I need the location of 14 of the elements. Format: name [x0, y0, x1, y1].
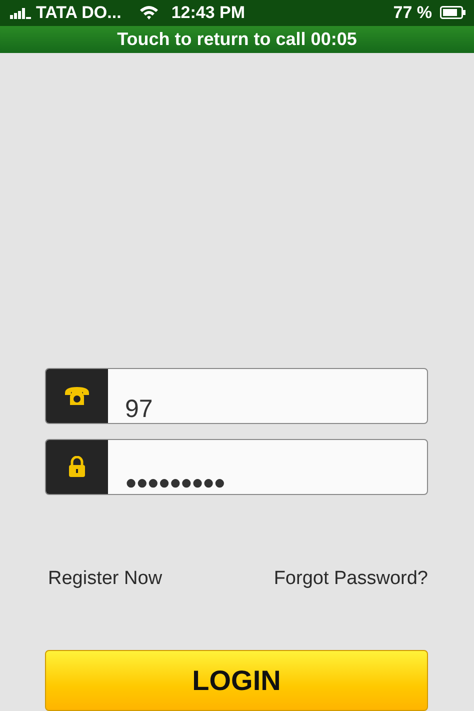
- text-link[interactable]: Forgot Password?: [274, 568, 428, 590]
- battery-icon: [440, 6, 466, 20]
- wifi-icon: [139, 5, 160, 20]
- signal-icon: [10, 6, 32, 19]
- telephone-icon: [64, 386, 90, 406]
- battery-percent: 77 %: [393, 2, 432, 23]
- input-field[interactable]: ●●●●●●●●●: [45, 439, 428, 495]
- login-button[interactable]: LOGIN: [45, 650, 428, 711]
- text-link[interactable]: Register Now: [48, 568, 162, 590]
- return-to-call-bar[interactable]: Touch to return to call 00:05: [0, 26, 474, 53]
- padlock-icon: [68, 456, 86, 478]
- input-field[interactable]: 97: [45, 368, 428, 424]
- clock-time: 12:43 PM: [171, 2, 246, 23]
- carrier-name: TATA DO...: [36, 2, 122, 23]
